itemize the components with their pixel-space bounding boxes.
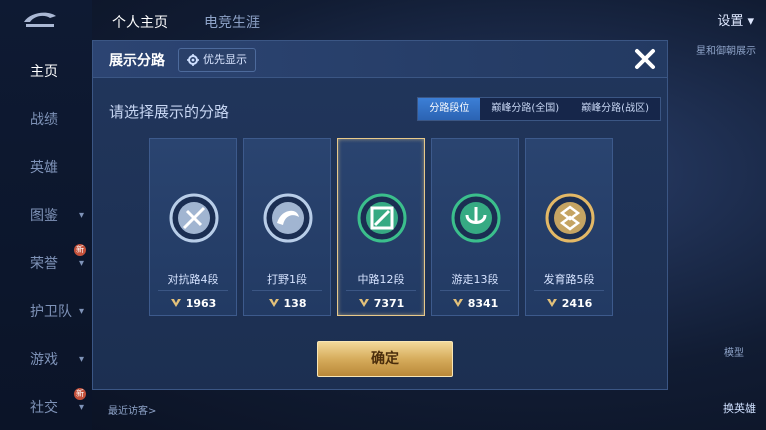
close-icon[interactable] [631,45,659,73]
card-divider [158,290,228,291]
sidebar-item[interactable]: 游戏 ▾ [0,348,92,372]
lane-card-label: 对抗路4段 [167,273,219,286]
lane-card-label: 中路12段 [357,273,405,286]
settings-label: 设置 [717,14,744,29]
card-divider [534,290,604,291]
lane-card[interactable]: 对抗路4段 1963 [149,138,237,316]
side-showcase-text: 星和御朝展示 [696,46,756,57]
lane-card-points: 138 [244,297,330,310]
recent-visitors-link[interactable]: 最近访客> [108,402,156,417]
lane-cards: 对抗路4段 1963 打野1段 138 中路12段 7371 游走13段 8341 发育路5段 2… [149,138,619,318]
farm-lane-icon [545,193,595,243]
points-icon [268,299,279,307]
points-icon [546,299,557,307]
sidebar-item[interactable]: 主页 [0,60,92,84]
sidebar-item[interactable]: 社交 ▾ 新 [0,388,92,420]
new-badge: 新 [74,244,86,256]
dialog-title: 展示分路 [109,53,165,69]
sidebar-item[interactable]: 英雄 [0,156,92,180]
chevron-down-icon: ▾ [78,306,84,317]
sidebar-item-label: 游戏 [30,352,58,368]
sidebar-item-label: 社交 [30,400,58,416]
points-icon [358,299,369,307]
settings-button[interactable]: 设置 ▾ [717,10,754,29]
lane-card[interactable]: 中路12段 7371 [337,138,425,316]
jungle-icon [263,193,313,243]
dialog-subtitle: 请选择展示的分路 [109,103,230,121]
back-logo-icon[interactable] [20,8,60,30]
tab-esports-career[interactable]: 电竞生涯 [204,12,260,32]
points-value: 138 [283,297,307,310]
confirm-button[interactable]: 确定 [317,341,453,377]
lane-card[interactable]: 打野1段 138 [243,138,331,316]
mid-lane-icon [357,193,407,243]
dialog-header: 展示分路 优先显示 [93,41,667,78]
sidebar-item[interactable]: 护卫队 ▾ [0,300,92,324]
chevron-down-icon: ▾ [78,210,84,221]
sidebar-item-label: 英雄 [30,160,58,176]
lane-display-dialog: 展示分路 优先显示 请选择展示的分路 分路段位 巅峰分路(全国) 巅峰分路(战区… [92,40,668,390]
card-divider [252,290,322,291]
segment-peak-zone[interactable]: 巅峰分路(战区) [570,98,660,120]
chevron-down-icon: ▾ [78,354,84,365]
lane-card-label: 游走13段 [451,273,499,286]
swap-hero-button[interactable]: 换英雄 [723,400,756,416]
lane-card[interactable]: 发育路5段 2416 [525,138,613,316]
priority-display-button[interactable]: 优先显示 [178,48,256,72]
segment-lane-rank[interactable]: 分路段位 [418,98,481,120]
tab-personal-home[interactable]: 个人主页 [112,12,168,32]
lane-card-points: 7371 [338,297,424,310]
sidebar-item-label: 护卫队 [30,304,72,320]
sidebar-item-label: 战绩 [30,112,58,128]
lane-card-points: 2416 [526,297,612,310]
sidebar-item-label: 图鉴 [30,208,58,224]
sidebar-item-label: 荣誉 [30,256,58,272]
points-value: 8341 [467,297,499,310]
sidebar: 主页 战绩 英雄 图鉴 ▾ 荣誉 ▾ 新护卫队 ▾ 游戏 ▾ 社交 ▾ 新 [0,0,92,430]
points-icon [170,299,181,307]
points-value: 2416 [561,297,593,310]
lane-card-points: 1963 [150,297,236,310]
sidebar-item-label: 主页 [30,64,58,80]
sidebar-item[interactable]: 图鉴 ▾ [0,204,92,228]
lane-card-label: 打野1段 [267,273,307,286]
roam-icon [451,193,501,243]
segment-peak-national[interactable]: 巅峰分路(全国) [480,98,570,120]
top-navigation: 个人主页 电竞生涯 [92,0,766,40]
card-divider [346,290,416,291]
lane-card-label: 发育路5段 [543,273,595,286]
new-badge: 新 [74,388,86,400]
clash-lane-icon [169,193,219,243]
points-icon [452,299,463,307]
points-value: 7371 [373,297,405,310]
sidebar-item[interactable]: 战绩 [0,108,92,132]
priority-display-label: 优先显示 [203,53,247,66]
chevron-down-icon: ▾ [747,14,754,29]
lane-type-segmented-control: 分路段位 巅峰分路(全国) 巅峰分路(战区) [417,97,661,121]
gear-icon [187,54,199,66]
model-button[interactable]: 模型 [724,344,744,359]
lane-card-points: 8341 [432,297,518,310]
lane-card[interactable]: 游走13段 8341 [431,138,519,316]
points-value: 1963 [185,297,217,310]
sidebar-item[interactable]: 荣誉 ▾ 新 [0,244,92,276]
card-divider [440,290,510,291]
